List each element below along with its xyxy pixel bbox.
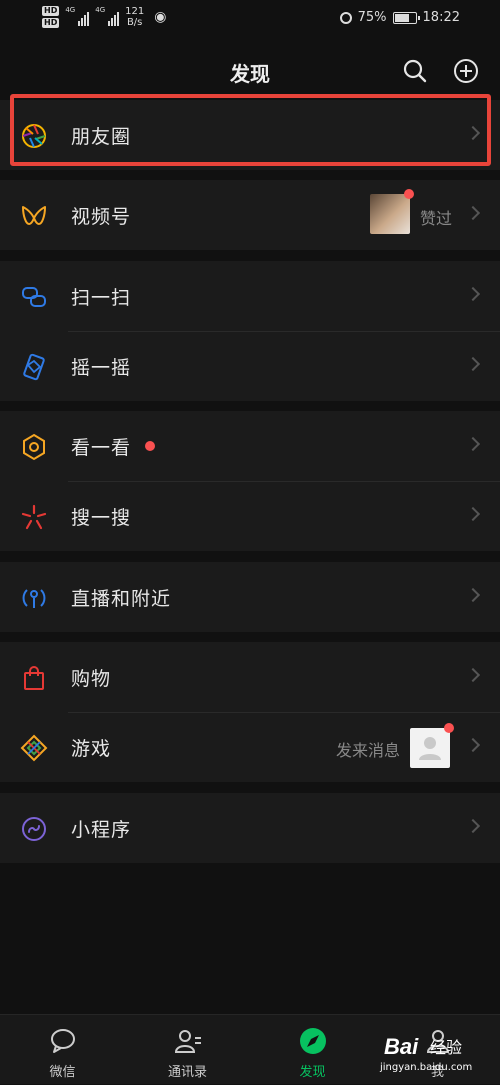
hd-indicator: HD HD	[42, 6, 60, 28]
section-stories-search: 看一看 搜一搜	[0, 411, 500, 551]
notification-dot	[404, 189, 414, 199]
compass-icon	[299, 1028, 326, 1054]
section-shopping-games: 购物 游戏 发来消息	[0, 642, 500, 782]
mini-program-icon	[22, 817, 46, 841]
tab-discover[interactable]: 发现	[250, 1015, 375, 1085]
signal-icon: 4G	[65, 6, 90, 26]
tab-chats[interactable]: 微信	[0, 1015, 125, 1085]
section-live-nearby: 直播和附近	[0, 562, 500, 632]
list-item-search[interactable]: 搜一搜	[0, 481, 500, 551]
list-item-label: 扫一扫	[71, 287, 132, 309]
section-mini-programs: 小程序	[0, 793, 500, 863]
list-item-games[interactable]: 游戏 发来消息	[0, 712, 500, 782]
top-stories-icon	[23, 433, 45, 461]
shake-icon	[23, 353, 45, 381]
scan-icon	[22, 287, 46, 307]
notification-dot	[444, 723, 454, 733]
tab-me[interactable]: 我	[375, 1015, 500, 1085]
clock: 18:22	[422, 10, 460, 25]
person-icon	[426, 1030, 449, 1053]
default-avatar-icon	[419, 737, 441, 760]
chevron-right-icon	[465, 436, 481, 452]
chevron-right-icon	[465, 587, 481, 603]
list-item-shopping[interactable]: 购物	[0, 642, 500, 712]
channels-thumbnail	[370, 194, 410, 234]
list-item-label: 摇一摇	[71, 357, 132, 379]
status-bar: HD HD 4G 4G 121 B/s ◉ 75% 18:22	[0, 0, 500, 40]
list-item-live-nearby[interactable]: 直播和附近	[0, 562, 500, 632]
contacts-icon	[174, 1030, 201, 1053]
search-icon[interactable]	[402, 58, 428, 84]
list-item-label: 搜一搜	[71, 507, 132, 529]
list-item-label: 购物	[71, 668, 112, 690]
highlight-box	[10, 94, 491, 166]
bottom-nav: 微信 通讯录 发现 我	[0, 1014, 500, 1084]
list-item-label: 小程序	[71, 819, 132, 841]
alarm-icon	[339, 11, 352, 24]
games-icon	[20, 734, 48, 762]
chevron-right-icon	[465, 818, 481, 834]
tab-label: 发现	[299, 1065, 326, 1080]
network-speed: 121 B/s	[125, 6, 145, 28]
tab-label: 通讯录	[167, 1065, 207, 1080]
channels-butterfly-icon	[22, 206, 46, 225]
chevron-right-icon	[465, 506, 481, 522]
chevron-right-icon	[465, 286, 481, 302]
battery-percent: 75%	[357, 10, 387, 25]
chevron-right-icon	[465, 356, 481, 372]
eye-icon: ◉	[154, 9, 167, 25]
avatar	[410, 728, 450, 768]
shopping-bag-icon	[24, 666, 44, 690]
list-item-shake[interactable]: 摇一摇	[0, 331, 500, 401]
list-item-label: 看一看	[71, 437, 132, 459]
search-star-icon	[21, 504, 47, 530]
section-channels: 视频号 赞过	[0, 180, 500, 250]
list-item-mini-programs[interactable]: 小程序	[0, 793, 500, 863]
tab-label: 我	[430, 1065, 444, 1080]
list-item-channels[interactable]: 视频号 赞过	[0, 180, 500, 250]
chat-bubble-icon	[50, 1029, 75, 1053]
tab-contacts[interactable]: 通讯录	[125, 1015, 250, 1085]
chevron-right-icon	[465, 205, 481, 221]
list-item-scan[interactable]: 扫一扫	[0, 261, 500, 331]
live-nearby-icon	[22, 589, 46, 608]
tab-label: 微信	[49, 1065, 76, 1080]
plus-circle-icon[interactable]	[453, 58, 479, 84]
list-item-top-stories[interactable]: 看一看	[0, 411, 500, 481]
title-bar: 发现	[0, 40, 500, 100]
chevron-right-icon	[465, 667, 481, 683]
section-scan-shake: 扫一扫 摇一摇	[0, 261, 500, 401]
list-item-label: 视频号	[71, 206, 132, 228]
list-item-label: 游戏	[71, 738, 112, 760]
list-item-label: 直播和附近	[71, 588, 172, 610]
chevron-right-icon	[465, 737, 481, 753]
channels-liked-text: 赞过	[420, 209, 453, 228]
notification-dot	[145, 441, 155, 451]
signal-icon: 4G	[95, 6, 120, 26]
games-message-text: 发来消息	[336, 741, 401, 760]
battery-icon	[392, 11, 420, 24]
